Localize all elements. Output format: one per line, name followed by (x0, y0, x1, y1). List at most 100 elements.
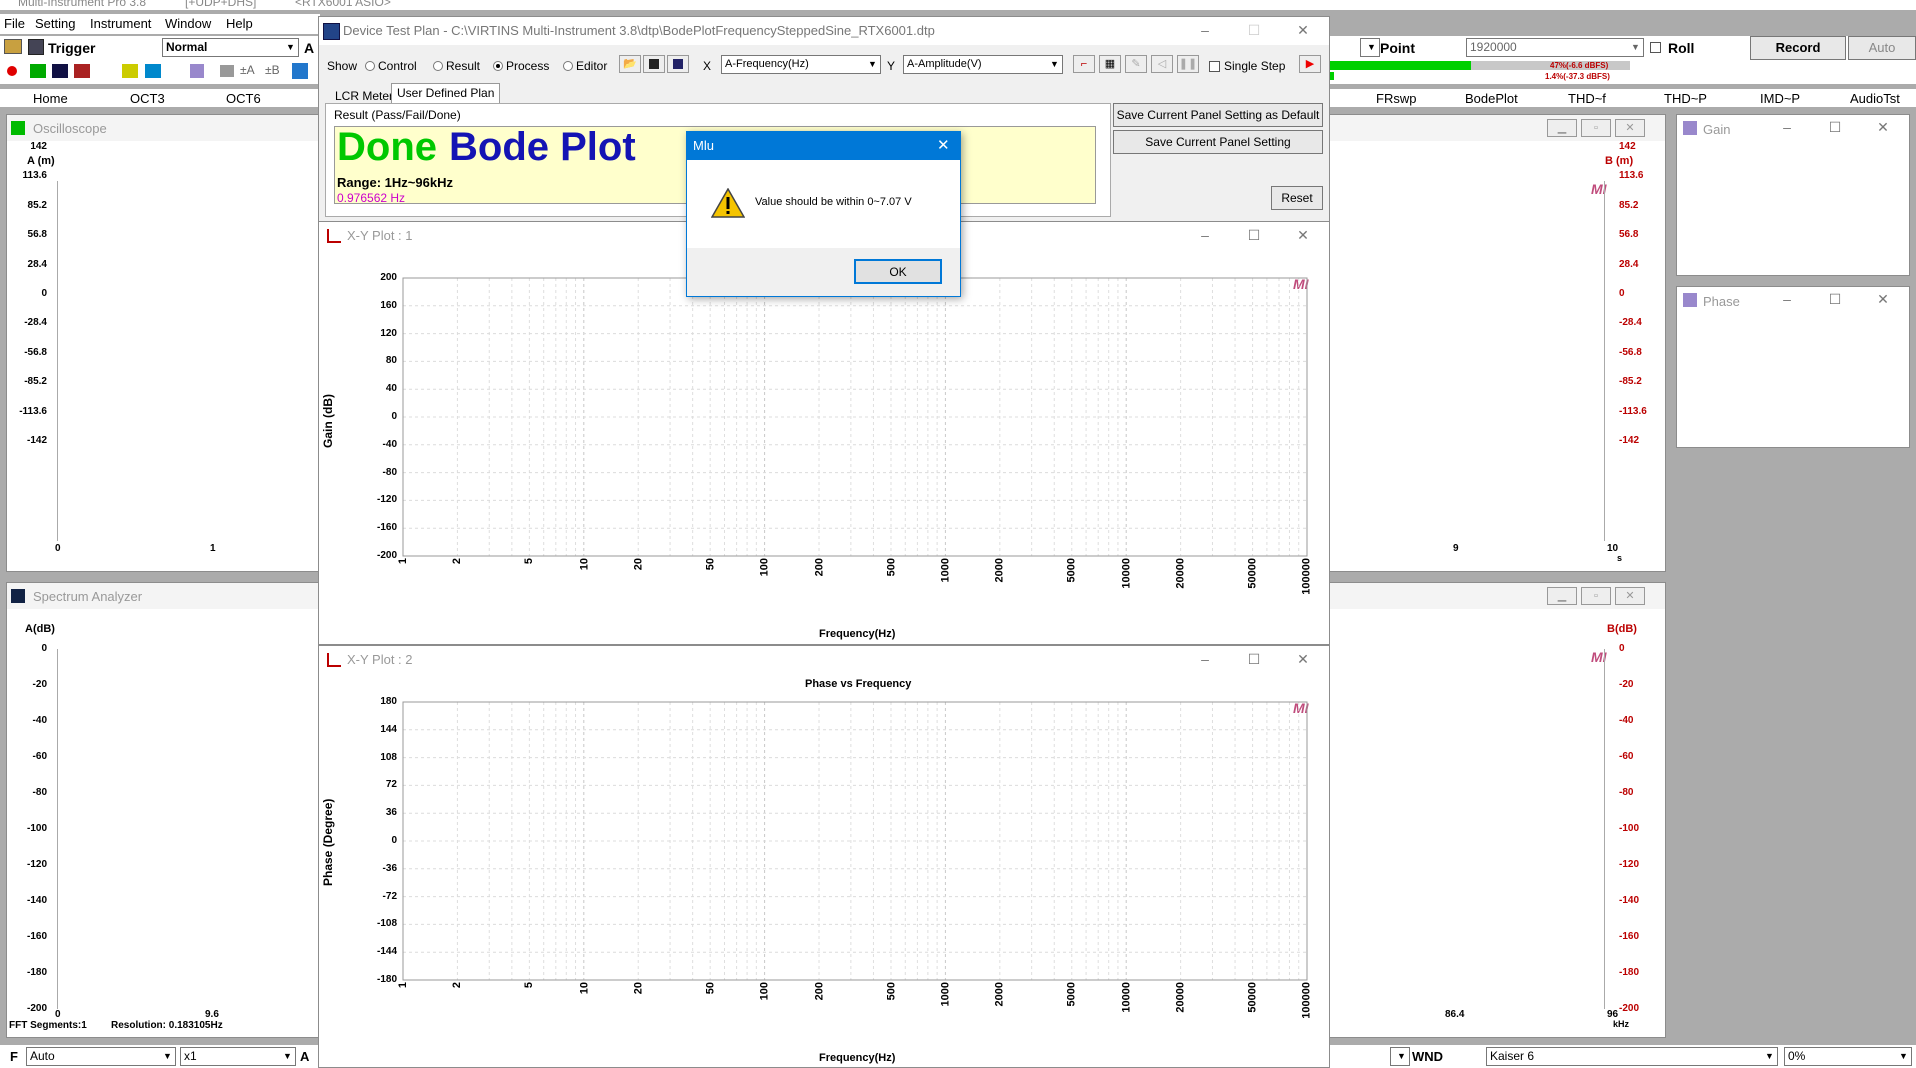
close-button[interactable]: ✕ (1873, 119, 1893, 135)
plot-icon: ⌐ (1080, 58, 1088, 70)
specRight-tick: -20 (1619, 679, 1634, 690)
save-as-button[interactable] (667, 55, 689, 73)
tab-thd-f[interactable]: THD~f (1568, 91, 1606, 106)
y-tick-label: 108 (380, 751, 397, 763)
record-button[interactable]: Record (1750, 36, 1846, 60)
app-titlebar: Multi-Instrument Pro 3.8 [+UDP+DHS] <RTX… (0, 0, 1916, 10)
single-step-checkbox[interactable]: Single Step (1209, 59, 1285, 73)
auto-button[interactable]: Auto (1848, 36, 1916, 60)
save-icon[interactable] (28, 39, 44, 55)
maximize-button[interactable]: ☐ (1244, 227, 1264, 243)
roll-checkbox[interactable] (1650, 40, 1665, 54)
dut-icon[interactable] (190, 64, 204, 78)
menu-file[interactable]: File (4, 16, 25, 31)
cursor-a-icon[interactable]: ±A (240, 63, 258, 79)
xy-wave-icon[interactable] (122, 64, 138, 78)
osc-right-unit: B (m) (1605, 155, 1634, 167)
tools-button[interactable]: ✎ (1125, 55, 1147, 73)
y-tick-label: -120 (376, 494, 397, 506)
tab-thd-p[interactable]: THD~P (1664, 91, 1707, 106)
menu-help[interactable]: Help (226, 16, 253, 31)
save-default-button[interactable]: Save Current Panel Setting as Default (1113, 103, 1323, 127)
close-button[interactable]: ✕ (1293, 651, 1313, 667)
close-button[interactable]: ✕ (1615, 587, 1645, 605)
trigger-mode-select[interactable]: Normal ▼ (162, 38, 299, 57)
oscilloscope-icon[interactable] (30, 64, 46, 78)
menu-instrument[interactable]: Instrument (90, 16, 151, 31)
overlap-select[interactable]: 0% ▼ (1784, 1047, 1912, 1066)
minimize-button[interactable]: – (1195, 227, 1215, 243)
restore-button[interactable]: ▫ (1581, 587, 1611, 605)
window-function-select[interactable]: Kaiser 6 ▼ (1486, 1047, 1778, 1066)
meter-icon[interactable] (145, 64, 161, 78)
sound-button[interactable]: ◁ (1151, 55, 1173, 73)
minimize-button[interactable]: ▁ (1547, 587, 1577, 605)
x-tick-label: 20 (632, 558, 645, 571)
maximize-button[interactable]: ☐ (1825, 119, 1845, 135)
minimize-button[interactable]: – (1777, 291, 1797, 307)
x-tick-label: 100000 (1301, 558, 1313, 595)
close-icon[interactable]: ✕ (937, 136, 950, 154)
run-button[interactable]: ▶ (1299, 55, 1321, 73)
save-panel-button[interactable]: Save Current Panel Setting (1113, 130, 1323, 154)
tab-lcr-meter[interactable]: LCR Meter (335, 89, 393, 103)
menu-window[interactable]: Window (165, 16, 211, 31)
main-tabs-left: Home OCT3 OCT6 (0, 89, 320, 107)
spectrum-icon[interactable] (52, 64, 68, 78)
restore-button[interactable]: ▫ (1581, 119, 1611, 137)
minimize-button[interactable]: – (1777, 119, 1797, 135)
minimize-button[interactable]: – (1195, 651, 1215, 667)
open-folder-icon[interactable] (4, 39, 22, 54)
spectrum-icon (11, 589, 25, 603)
table-button[interactable]: ▦ (1099, 55, 1121, 73)
spectrum-3d-icon[interactable] (74, 64, 90, 78)
close-button[interactable]: ✕ (1293, 227, 1313, 243)
close-button[interactable]: ✕ (1615, 119, 1645, 137)
tab-oct3[interactable]: OCT3 (130, 91, 165, 106)
show-label: Show (327, 59, 358, 73)
show-process-radio[interactable]: Process (493, 59, 549, 73)
pause-button[interactable]: ❚❚ (1177, 55, 1199, 73)
oscLeft-tick: 28.4 (27, 258, 47, 270)
reset-button[interactable]: Reset (1271, 186, 1323, 210)
specRight-tick: -80 (1619, 787, 1634, 798)
y-tick-label: 120 (380, 327, 397, 339)
maximize-button[interactable]: ☐ (1825, 291, 1845, 307)
tab-audiotst[interactable]: AudioTst (1850, 91, 1900, 106)
plot-button[interactable]: ⌐ (1073, 55, 1095, 73)
maximize-button[interactable]: ☐ (1244, 22, 1264, 38)
tools-icon[interactable] (292, 63, 308, 79)
show-editor-radio[interactable]: Editor (563, 59, 607, 73)
app-title: Multi-Instrument Pro 3.8 (18, 0, 147, 9)
ok-button[interactable]: OK (854, 259, 942, 284)
y-axis-select[interactable]: A-Amplitude(V) ▼ (903, 55, 1063, 74)
roll-label: Roll (1668, 40, 1695, 56)
freq-mult-select[interactable]: x1 ▼ (180, 1047, 296, 1066)
close-button[interactable]: ✕ (1873, 291, 1893, 307)
bottom-right-select[interactable]: ▼ (1390, 1047, 1410, 1066)
cursor-b-icon[interactable]: ±B (265, 63, 283, 79)
minimize-button[interactable]: – (1195, 22, 1215, 38)
toolbar-right-select[interactable]: ▼ (1360, 38, 1380, 57)
open-folder-button[interactable]: 📂 (619, 55, 641, 73)
show-control-radio[interactable]: Control (365, 59, 417, 73)
point-select[interactable]: 1920000 ▼ (1466, 38, 1644, 57)
print-icon[interactable] (220, 65, 234, 77)
show-result-radio[interactable]: Result (433, 59, 480, 73)
tab-home[interactable]: Home (33, 91, 68, 106)
record-dot-icon[interactable] (7, 66, 17, 76)
maximize-button[interactable]: ☐ (1244, 651, 1264, 667)
tab-bodeplot[interactable]: BodePlot (1465, 91, 1518, 106)
menu-setting[interactable]: Setting (35, 16, 75, 31)
freq-range-select[interactable]: Auto ▼ (26, 1047, 176, 1066)
specLeft-tick: -100 (26, 823, 47, 834)
save-button[interactable] (643, 55, 665, 73)
result-name: Bode Plot (449, 126, 636, 169)
x-axis-select[interactable]: A-Frequency(Hz) ▼ (721, 55, 881, 74)
close-button[interactable]: ✕ (1293, 22, 1313, 38)
tab-frswp[interactable]: FRswp (1376, 91, 1416, 106)
tab-imd-p[interactable]: IMD~P (1760, 91, 1800, 106)
tab-oct6[interactable]: OCT6 (226, 91, 261, 106)
phase-panel: Phase – ☐ ✕ (1676, 286, 1910, 448)
minimize-button[interactable]: ▁ (1547, 119, 1577, 137)
